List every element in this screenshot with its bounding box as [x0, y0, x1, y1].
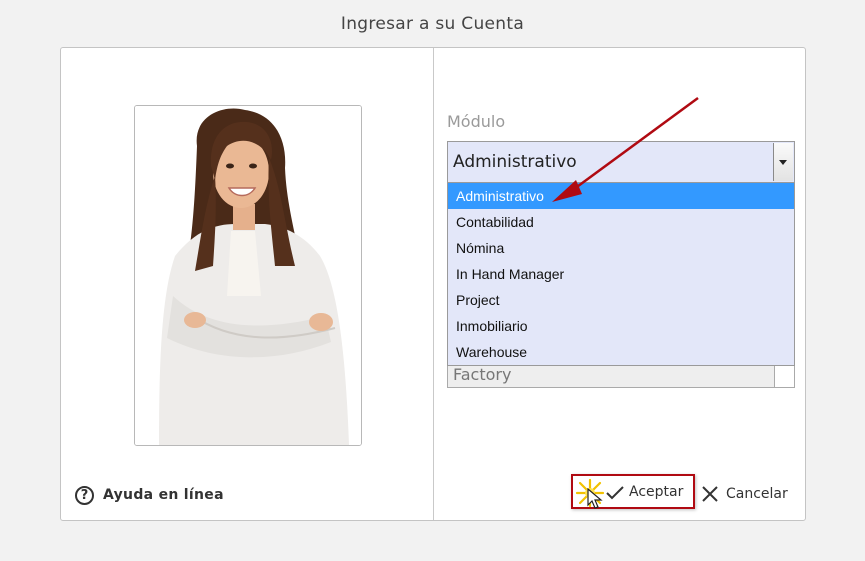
module-select[interactable]: Administrativo [447, 141, 795, 183]
cancel-button[interactable]: Cancelar [701, 482, 788, 506]
secondary-select-value: Factory [453, 365, 512, 384]
module-dropdown-list: Administrativo Contabilidad Nómina In Ha… [447, 183, 795, 366]
chevron-down-icon [779, 160, 787, 165]
dropdown-option-warehouse[interactable]: Warehouse [448, 339, 794, 365]
checkmark-icon [606, 486, 624, 500]
close-icon [702, 486, 718, 502]
help-circle-icon: ? [75, 485, 94, 505]
dropdown-option-administrativo[interactable]: Administrativo [448, 183, 794, 209]
accept-label: Aceptar [629, 484, 684, 500]
help-link[interactable]: ? Ayuda en línea [75, 483, 224, 507]
secondary-select[interactable]: Factory [447, 363, 795, 388]
mouse-cursor-icon [587, 488, 603, 509]
secondary-select-button[interactable] [774, 364, 794, 387]
panel-divider [433, 48, 434, 520]
dropdown-option-in-hand-manager[interactable]: In Hand Manager [448, 261, 794, 287]
user-photo [134, 105, 362, 446]
dropdown-option-inmobiliario[interactable]: Inmobiliario [448, 313, 794, 339]
accept-button[interactable]: Aceptar [571, 474, 695, 509]
login-dialog: ? Ayuda en línea Módulo Factory Administ… [60, 47, 806, 521]
dropdown-option-contabilidad[interactable]: Contabilidad [448, 209, 794, 235]
cancel-label: Cancelar [726, 486, 788, 502]
module-select-value: Administrativo [453, 152, 577, 172]
module-label: Módulo [447, 112, 506, 131]
dropdown-option-project[interactable]: Project [448, 287, 794, 313]
help-label: Ayuda en línea [103, 487, 224, 503]
page-title: Ingresar a su Cuenta [340, 14, 525, 34]
dropdown-option-nomina[interactable]: Nómina [448, 235, 794, 261]
module-select-button[interactable] [773, 143, 793, 181]
